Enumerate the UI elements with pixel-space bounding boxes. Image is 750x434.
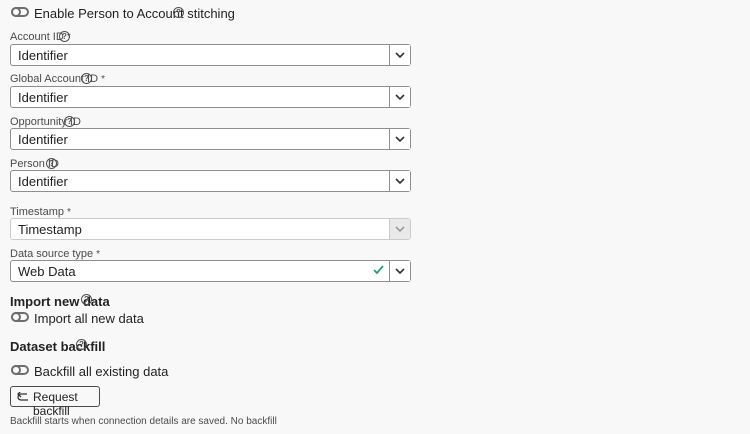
timestamp-combobox: Timestamp — [10, 218, 411, 240]
opportunity-id-value: Identifier — [18, 132, 68, 147]
import-new-data-heading: Import new data — [10, 294, 110, 309]
toggle-knob — [11, 312, 21, 322]
import-all-new-data-toggle[interactable] — [11, 312, 29, 322]
chevron-down-icon — [395, 268, 405, 275]
checkmark-icon — [373, 265, 384, 275]
backfill-existing-data-toggle[interactable] — [11, 365, 29, 375]
data-source-type-value: Web Data — [18, 264, 76, 279]
person-id-value: Identifier — [18, 174, 68, 189]
chevron-down-icon — [395, 94, 405, 101]
timestamp-dropdown-button — [389, 219, 410, 239]
help-icon[interactable]: ? — [64, 116, 75, 127]
dataset-backfill-heading: Dataset backfill — [10, 339, 106, 354]
opportunity-id-combobox[interactable]: Identifier — [10, 128, 411, 150]
stitching-toggle[interactable] — [11, 7, 29, 17]
account-id-value: Identifier — [18, 48, 68, 63]
global-account-id-dropdown-button[interactable] — [389, 87, 410, 107]
help-icon[interactable]: ? — [173, 7, 184, 18]
import-all-new-data-label: Import all new data — [34, 311, 144, 326]
chevron-down-icon — [395, 226, 405, 233]
help-icon[interactable]: ? — [81, 294, 92, 305]
chevron-down-icon — [395, 136, 405, 143]
global-account-id-value: Identifier — [18, 90, 68, 105]
chevron-down-icon — [395, 52, 405, 59]
chevron-down-icon — [395, 178, 405, 185]
backfill-existing-data-label: Backfill all existing data — [34, 364, 169, 379]
data-source-type-label: Data source type * — [10, 248, 101, 260]
data-source-type-dropdown-button[interactable] — [389, 261, 410, 281]
account-id-combobox[interactable]: Identifier — [10, 44, 411, 66]
request-backfill-label: Request backfill — [33, 390, 78, 418]
toggle-knob — [11, 7, 21, 17]
data-source-type-combobox[interactable]: Web Data — [10, 260, 411, 282]
account-id-dropdown-button[interactable] — [389, 45, 410, 65]
opportunity-id-dropdown-button[interactable] — [389, 129, 410, 149]
undo-arrow-icon — [17, 392, 28, 401]
help-icon[interactable]: ? — [46, 158, 57, 169]
help-icon[interactable]: ? — [76, 339, 87, 350]
timestamp-value: Timestamp — [18, 222, 82, 237]
person-id-dropdown-button[interactable] — [389, 171, 410, 191]
help-icon[interactable]: ? — [59, 31, 70, 42]
request-backfill-button[interactable]: Request backfill — [10, 386, 100, 418]
backfill-note: Backfill starts when connection details … — [10, 416, 277, 427]
help-icon[interactable]: ? — [81, 73, 92, 84]
timestamp-label: Timestamp * — [10, 206, 71, 218]
global-account-id-combobox[interactable]: Identifier — [10, 86, 411, 108]
toggle-knob — [11, 365, 21, 375]
stitching-toggle-label: Enable Person to Account stitching — [34, 6, 235, 21]
person-id-combobox[interactable]: Identifier — [10, 170, 411, 192]
